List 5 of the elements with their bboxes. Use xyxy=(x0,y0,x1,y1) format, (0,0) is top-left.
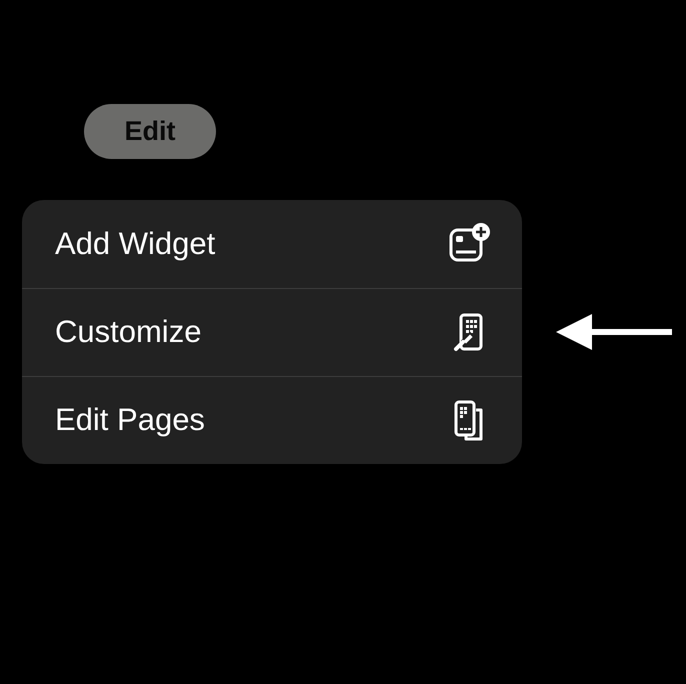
edit-button[interactable]: Edit xyxy=(84,104,216,159)
menu-item[interactable]: Edit Pages xyxy=(22,376,522,464)
menu-item[interactable]: Add Widget xyxy=(22,200,522,288)
arrow-icon xyxy=(556,314,672,350)
menu-item[interactable]: Customize xyxy=(22,288,522,376)
